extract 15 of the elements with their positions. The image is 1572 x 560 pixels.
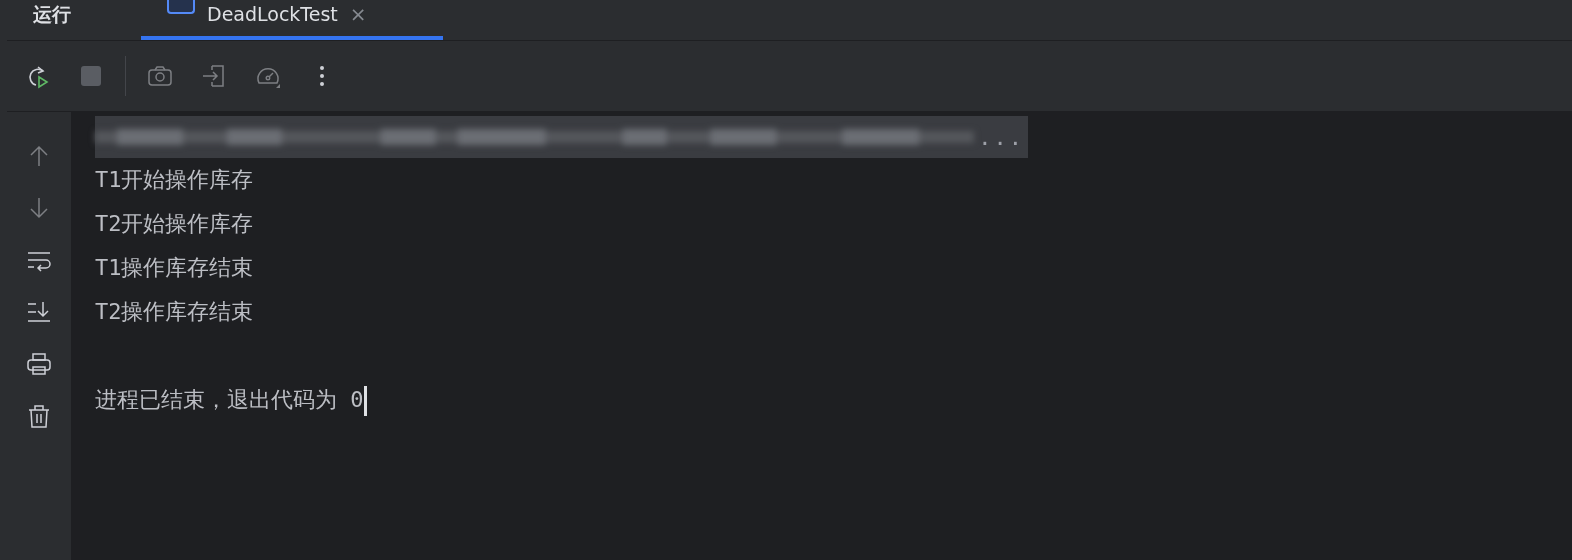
console-line: T1操作库存结束 xyxy=(95,254,255,282)
console-line: T2操作库存结束 xyxy=(95,298,255,326)
more-icon xyxy=(319,65,325,87)
close-tab-button[interactable]: × xyxy=(349,0,367,28)
stop-icon xyxy=(78,63,104,89)
fold-marker[interactable]: ... xyxy=(974,124,1028,150)
login-icon xyxy=(201,63,227,89)
scroll-to-end-icon xyxy=(26,299,52,325)
console-line: T1开始操作库存 xyxy=(95,166,255,194)
print-icon xyxy=(26,351,52,377)
camera-icon xyxy=(147,63,173,89)
console-line: T2开始操作库存 xyxy=(95,210,255,238)
trash-icon xyxy=(26,403,52,429)
exit-message: 进程已结束，退出代码为 0 xyxy=(95,387,364,412)
panel-title: 运行 xyxy=(32,2,72,27)
